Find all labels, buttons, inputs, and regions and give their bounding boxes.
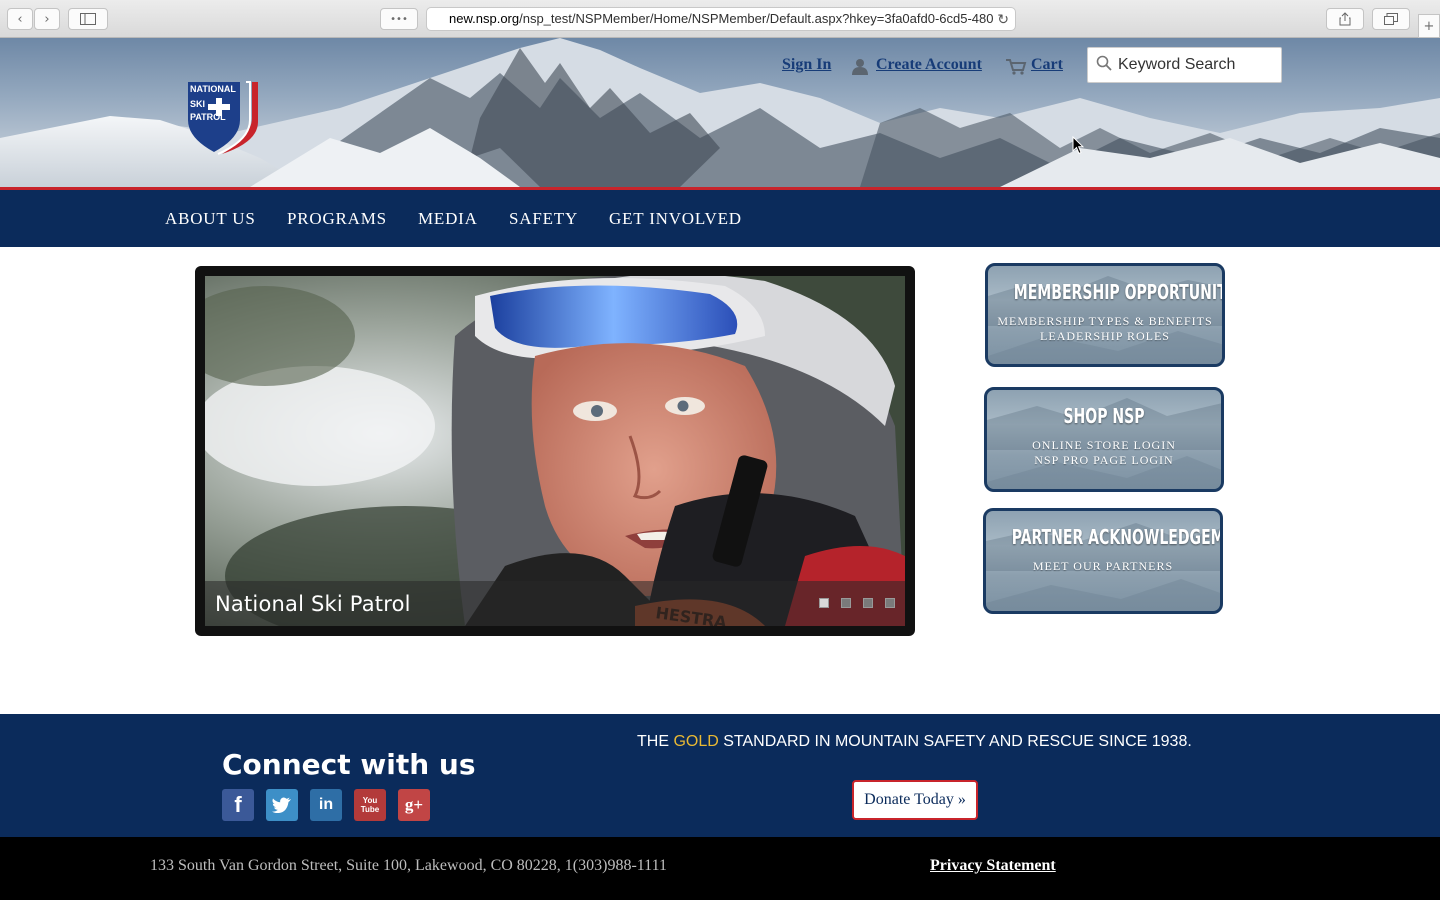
- slider-pagination: [819, 598, 895, 608]
- hero-slider[interactable]: HESTRA National Ski Patrol: [195, 266, 915, 636]
- tagline-gold: GOLD: [673, 733, 719, 750]
- slider-dot-4[interactable]: [885, 598, 895, 608]
- back-icon[interactable]: ‹: [7, 8, 33, 30]
- tabs-icon[interactable]: [1372, 8, 1410, 30]
- logo-text-3: PATROL: [190, 112, 226, 122]
- linkedin-icon[interactable]: in: [310, 789, 342, 821]
- partner-acknowledgement-card[interactable]: PARTNER ACKNOWLEDGEMENT MEET OUR PARTNER…: [983, 508, 1223, 614]
- search-icon: [1096, 55, 1112, 76]
- slider-dot-3[interactable]: [863, 598, 873, 608]
- donate-button[interactable]: Donate Today »: [852, 780, 978, 820]
- slide-caption: National Ski Patrol: [215, 592, 411, 616]
- forward-icon[interactable]: ›: [34, 8, 60, 30]
- card-title-membership: MEMBERSHIP OPPORTUNITIES: [1013, 280, 1222, 304]
- address-text: 133 South Van Gordon Street, Suite 100, …: [150, 857, 667, 874]
- main-nav: ABOUT US PROGRAMS MEDIA SAFETY GET INVOL…: [0, 190, 1440, 247]
- create-account-link[interactable]: Create Account: [876, 56, 982, 74]
- keyword-search-input[interactable]: Keyword Search: [1087, 47, 1282, 83]
- sidebar-icon[interactable]: [68, 8, 108, 30]
- nsp-logo[interactable]: NATIONAL SKI PATROL: [186, 80, 260, 161]
- card-line-membership-types[interactable]: MEMBERSHIP TYPES & BENEFITS: [988, 314, 1222, 329]
- slide-image: HESTRA National Ski Patrol: [205, 276, 905, 626]
- nav-media[interactable]: MEDIA: [418, 209, 478, 229]
- connect-title: Connect with us: [222, 748, 476, 781]
- youtube-icon[interactable]: You Tube: [354, 789, 386, 821]
- address-bar[interactable]: new.nsp.org/nsp_test/NSPMember/Home/NSPM…: [426, 7, 1016, 31]
- nav-about-us[interactable]: ABOUT US: [165, 209, 256, 229]
- share-icon[interactable]: [1326, 8, 1364, 30]
- google-plus-icon[interactable]: g+: [398, 789, 430, 821]
- footer-bottom-bar: 133 South Van Gordon Street, Suite 100, …: [0, 837, 1440, 900]
- slider-dot-1[interactable]: [819, 598, 829, 608]
- card-line-pro-page-login[interactable]: NSP PRO PAGE LOGIN: [987, 453, 1221, 468]
- membership-opportunities-card[interactable]: MEMBERSHIP OPPORTUNITIES MEMBERSHIP TYPE…: [985, 263, 1225, 367]
- facebook-icon[interactable]: f: [222, 789, 254, 821]
- cart-icon: [1005, 58, 1027, 81]
- sign-in-link[interactable]: Sign In: [782, 56, 831, 74]
- browser-toolbar: ‹ › ••• new.nsp.org/nsp_test/NSPMember/H…: [0, 0, 1440, 38]
- logo-text-1: NATIONAL: [190, 84, 236, 94]
- logo-text-2: SKI: [190, 99, 205, 109]
- footer-tagline: THE GOLD STANDARD IN MOUNTAIN SAFETY AND…: [637, 733, 1192, 751]
- privacy-statement-link[interactable]: Privacy Statement: [930, 857, 1056, 875]
- footer: Connect with us f in You Tube g+ THE GOLD…: [0, 714, 1440, 837]
- tagline-start: THE: [637, 733, 674, 750]
- user-icon: [851, 58, 869, 81]
- nav-programs[interactable]: PROGRAMS: [287, 209, 387, 229]
- slider-dot-2[interactable]: [841, 598, 851, 608]
- mouse-cursor-icon: [1072, 135, 1085, 160]
- nav-get-involved[interactable]: GET INVOLVED: [609, 209, 742, 229]
- tagline-end: STANDARD IN MOUNTAIN SAFETY AND RESCUE S…: [718, 733, 1192, 750]
- ski-patroller-photo: HESTRA: [205, 276, 905, 626]
- reload-icon[interactable]: ↻: [997, 8, 1009, 30]
- extensions-icon[interactable]: •••: [380, 8, 418, 30]
- card-line-leadership-roles[interactable]: LEADERSHIP ROLES: [988, 329, 1222, 344]
- shop-nsp-card[interactable]: SHOP NSP ONLINE STORE LOGIN NSP PRO PAGE…: [984, 387, 1224, 492]
- card-line-online-store-login[interactable]: ONLINE STORE LOGIN: [987, 438, 1221, 453]
- card-title-partner: PARTNER ACKNOWLEDGEMENT: [1011, 525, 1220, 549]
- slide-caption-bar: National Ski Patrol: [205, 581, 905, 626]
- new-tab-icon[interactable]: +: [1418, 14, 1440, 38]
- cart-link[interactable]: Cart: [1031, 56, 1063, 74]
- twitter-icon[interactable]: [266, 789, 298, 821]
- search-placeholder: Keyword Search: [1118, 56, 1236, 73]
- card-title-shop: SHOP NSP: [1063, 404, 1145, 428]
- card-line-meet-partners[interactable]: MEET OUR PARTNERS: [986, 559, 1220, 574]
- nav-safety[interactable]: SAFETY: [509, 209, 578, 229]
- url-domain: new.nsp.org: [449, 11, 520, 26]
- url-path: /nsp_test/NSPMember/Home/NSPMember/Defau…: [519, 11, 994, 26]
